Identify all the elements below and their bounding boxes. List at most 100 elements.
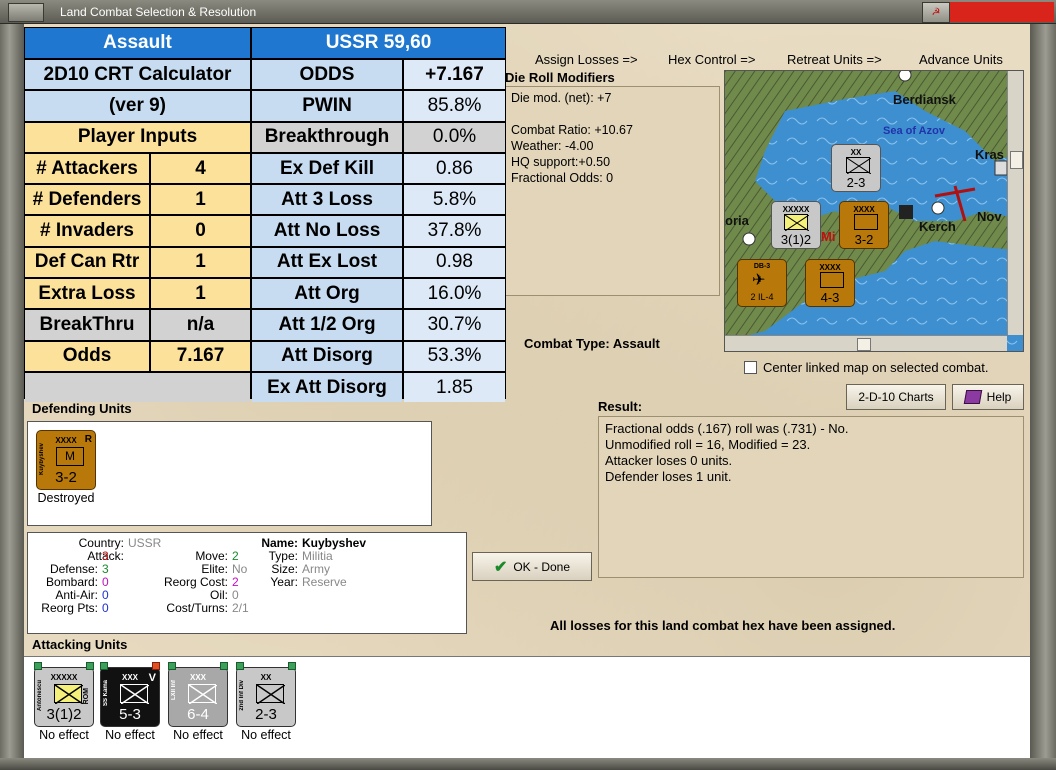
unit-strength: 4-3 — [820, 290, 840, 305]
defense-label: Defense: — [49, 562, 98, 576]
crt-cell: Breakthrough — [252, 122, 402, 152]
name-label: Name: — [261, 536, 298, 550]
crt-cell: Att Ex Lost — [252, 247, 402, 278]
result-line: Unmodified roll = 16, Modified = 23. — [605, 437, 811, 452]
mini-map[interactable]: Berdiansk Sea of Azov Kras oria Kerch No… — [724, 70, 1024, 352]
unit-name: SS Kama — [103, 680, 109, 707]
die-mod-line: Die mod. (net): +7 — [511, 91, 612, 105]
scroll-thumb[interactable] — [857, 338, 871, 351]
attacker-unit[interactable]: XXX SS Kama V 5-3 — [100, 667, 160, 727]
map-unit-antonescu[interactable]: XXXXX 3(1)2 — [771, 201, 821, 249]
attacker-status: No effect — [241, 728, 291, 742]
result-title: Result: — [598, 399, 643, 414]
map-vertical-scrollbar[interactable] — [1007, 71, 1023, 335]
aircraft-icon: ✈ — [752, 272, 766, 289]
center-link-checkbox[interactable] — [744, 361, 757, 374]
unit-tag: ROM — [83, 688, 90, 705]
tab-retreat-units[interactable]: Retreat Units => — [787, 52, 882, 67]
city-icon — [742, 232, 756, 246]
defending-units-list: XXXX R Kuybyshev M 3-2 Destroyed — [27, 421, 432, 526]
unit-flag: R — [84, 434, 92, 445]
infantry-icon — [188, 684, 217, 704]
map-label-sea: Sea of Azov — [883, 125, 946, 137]
help-button[interactable]: Help — [952, 384, 1024, 410]
crt-cell: Def Can Rtr — [25, 247, 149, 278]
crt-cell: 0 — [151, 216, 250, 246]
cost-turns-value: 2/1 — [232, 601, 249, 615]
fractional-odds-line: Fractional Odds: 0 — [511, 171, 614, 185]
scroll-thumb[interactable] — [1010, 151, 1023, 169]
infantry-icon — [256, 684, 285, 704]
size-value: Army — [302, 562, 330, 576]
charts-button[interactable]: 2-D-10 Charts — [846, 384, 946, 410]
map-label-nov: Nov — [977, 209, 1002, 224]
help-button-label: Help — [986, 390, 1012, 404]
restore-button[interactable]: ☭ — [922, 2, 950, 23]
crt-cell: # Invaders — [25, 216, 149, 246]
crt-cell: 1.85 — [404, 372, 505, 403]
map-horizontal-scrollbar[interactable] — [725, 335, 1007, 351]
crt-cell: 4 — [151, 153, 250, 184]
unit-strength: 3(1)2 — [46, 706, 82, 723]
size-label: Size: — [271, 562, 298, 576]
window-menu-button[interactable] — [8, 3, 44, 22]
all-losses-message: All losses for this land combat hex have… — [550, 618, 896, 633]
anti-air-label: Anti-Air: — [55, 588, 98, 602]
map-unit-kuybyshev[interactable]: XXXX 3-2 — [839, 201, 889, 249]
unit-size: XXXXX — [782, 205, 810, 214]
crt-cell: 5.8% — [404, 185, 505, 215]
window-frame-left — [0, 24, 24, 770]
reorg-pts-value: 0 — [102, 601, 109, 615]
crt-cell: Att 3 Loss — [252, 185, 402, 215]
defender-unit-kuybyshev[interactable]: XXXX R Kuybyshev M 3-2 — [36, 430, 96, 490]
map-unit-crimea[interactable]: XXXX 4-3 — [805, 259, 855, 307]
unit-tag: V — [148, 672, 156, 684]
supply-indicator — [152, 662, 160, 670]
unit-strength: 5-3 — [119, 706, 141, 723]
crt-cell: 1 — [151, 185, 250, 215]
result-box: Fractional odds (.167) roll was (.731) -… — [598, 416, 1024, 578]
crt-cell: Att No Loss — [252, 216, 402, 246]
crt-cell: USSR 59,60 — [252, 28, 505, 58]
bombard-label: Bombard: — [45, 575, 98, 589]
ok-done-button[interactable]: ✔ OK - Done — [472, 552, 592, 581]
crt-cell: 2D10 CRT Calculator — [25, 60, 250, 90]
crt-cell: Odds — [25, 341, 149, 371]
close-button[interactable] — [950, 2, 1054, 22]
combat-type: Combat Type: Assault — [524, 336, 660, 351]
crt-cell: ODDS — [252, 60, 402, 90]
city-icon — [931, 201, 945, 215]
center-link-option[interactable]: Center linked map on selected combat. — [744, 360, 988, 375]
crt-cell: 0.98 — [404, 247, 505, 278]
attacking-units-list: XXXXX Antonescu ROM 3(1)2 No effect XXX SS Kam… — [24, 656, 1030, 758]
result-line: Attacker loses 0 units. — [605, 453, 733, 468]
city-icon — [898, 71, 912, 82]
militia-icon — [820, 272, 844, 288]
supply-indicator — [236, 662, 244, 670]
tab-assign-losses[interactable]: Assign Losses => — [535, 52, 638, 67]
crt-cell: 53.3% — [404, 341, 505, 371]
result-line: Defender loses 1 unit. — [605, 469, 732, 484]
map-label-mi: Mi — [821, 229, 835, 244]
crt-cell: +7.167 — [404, 60, 505, 90]
tab-advance-units[interactable]: Advance Units — [919, 52, 1003, 67]
combat-type-label: Combat Type: — [524, 336, 610, 351]
crt-cell: 1 — [151, 279, 250, 309]
attacker-unit[interactable]: XXX LXII Inf 6-4 — [168, 667, 228, 727]
crt-cell: # Attackers — [25, 153, 149, 184]
infantry-icon — [54, 684, 83, 704]
unit-strength: 2-3 — [255, 706, 277, 723]
map-unit-db-3[interactable]: DB-3 ✈ 2 IL-4 — [737, 259, 787, 307]
window-frame-bottom — [0, 758, 1056, 770]
supply-indicator — [100, 662, 108, 670]
map-unit-2nd-inf-div[interactable]: XX 2-3 — [831, 144, 881, 192]
tab-hex-control[interactable]: Hex Control => — [668, 52, 755, 67]
anti-air-value: 0 — [102, 588, 109, 602]
attacker-unit[interactable]: XXXXX Antonescu ROM 3(1)2 — [34, 667, 94, 727]
supply-indicator — [288, 662, 296, 670]
attacker-unit[interactable]: XX 2nd Inf Div 2-3 — [236, 667, 296, 727]
unit-strength: 3-2 — [55, 469, 77, 486]
crt-cell: # Defenders — [25, 185, 149, 215]
title-bar[interactable]: Land Combat Selection & Resolution ☭ — [0, 0, 1056, 24]
type-label: Type: — [268, 549, 298, 563]
